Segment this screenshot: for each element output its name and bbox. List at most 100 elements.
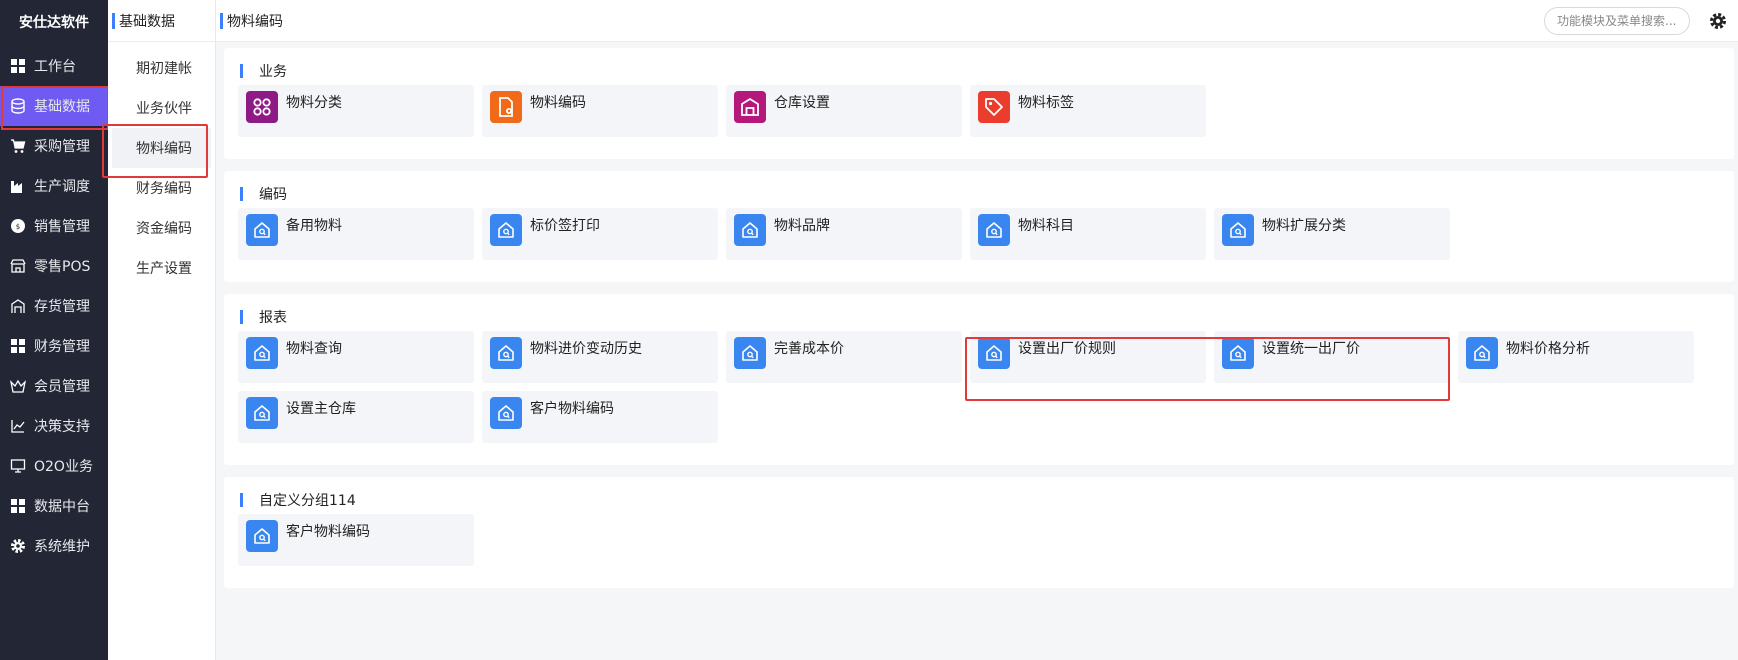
grid-icon xyxy=(10,58,26,74)
nav-item-label: 基础数据 xyxy=(34,99,90,115)
nav-item-label: 生产调度 xyxy=(34,179,90,195)
function-tile[interactable]: 物料进价变动历史 xyxy=(482,331,718,383)
function-tile[interactable]: 客户物料编码 xyxy=(482,391,718,443)
nav-item[interactable]: 工作台 xyxy=(0,46,108,86)
nav-item-label: 工作台 xyxy=(34,59,76,75)
tile-grid: 客户物料编码 xyxy=(238,514,1720,574)
house-search-icon xyxy=(246,397,278,429)
tag-icon xyxy=(978,91,1010,123)
breadcrumb: 物料编码 xyxy=(216,11,283,31)
function-tile[interactable]: 物料编码 xyxy=(482,85,718,137)
nav-item[interactable]: 零售POS xyxy=(0,246,108,286)
function-tile[interactable]: 物料分类 xyxy=(238,85,474,137)
tile-grid: 物料查询 物料进价变动历史 完善成本价 设置出厂价规则 设置统一出厂价 物料价格分析设置主… xyxy=(238,331,1720,451)
group-title: 业务 xyxy=(238,60,1720,82)
group-title-accent xyxy=(240,64,243,78)
settings-gear-icon[interactable] xyxy=(1706,9,1730,33)
brand-logo-text: 安仕达软件 xyxy=(19,15,89,31)
house-search-icon xyxy=(1222,214,1254,246)
tile-label: 备用物料 xyxy=(286,218,342,234)
function-tile[interactable]: 物料标签 xyxy=(970,85,1206,137)
function-group: 报表物料查询 物料进价变动历史 完善成本价 设置出厂价规则 设置统一出厂价 物料价格分析设… xyxy=(224,294,1734,465)
nav-item-label: 零售POS xyxy=(34,259,91,275)
house-search-icon xyxy=(246,520,278,552)
house-search-icon xyxy=(1222,337,1254,369)
function-tile[interactable]: 设置主仓库 xyxy=(238,391,474,443)
house-search-icon xyxy=(490,397,522,429)
svg-text:$: $ xyxy=(16,223,20,231)
tile-label: 物料查询 xyxy=(286,341,342,357)
group-title: 报表 xyxy=(238,306,1720,328)
factory-icon xyxy=(10,178,26,194)
group-title-label: 报表 xyxy=(259,310,287,326)
function-tile[interactable]: 物料查询 xyxy=(238,331,474,383)
main-nav: 安仕达软件 工作台基础数据采购管理生产调度 $ 销售管理零售POS 存货管理财务管理会… xyxy=(0,0,109,660)
nav-item-label: 决策支持 xyxy=(34,419,90,435)
subnav-item[interactable]: 生产设置 xyxy=(108,248,215,288)
subnav-header-accent xyxy=(112,12,115,29)
sales-icon: $ xyxy=(10,218,26,234)
function-group: 编码备用物料 标价签打印 物料品牌 物料科目 物料扩展分类 xyxy=(224,171,1734,282)
nav-item[interactable]: 数据中台 xyxy=(0,486,108,526)
function-tile[interactable]: 物料品牌 xyxy=(726,208,962,260)
function-tile[interactable]: 仓库设置 xyxy=(726,85,962,137)
tile-label: 完善成本价 xyxy=(774,341,844,357)
database-icon xyxy=(10,98,26,114)
subnav-item[interactable]: 财务编码 xyxy=(108,168,215,208)
group-title: 编码 xyxy=(238,183,1720,205)
function-group: 业务物料分类 物料编码 仓库设置 物料标签 xyxy=(224,48,1734,159)
nav-item[interactable]: $ 销售管理 xyxy=(0,206,108,246)
function-tile[interactable]: 客户物料编码 xyxy=(238,514,474,566)
function-tile[interactable]: 备用物料 xyxy=(238,208,474,260)
subnav-item[interactable]: 物料编码 xyxy=(102,124,211,178)
tile-label: 设置主仓库 xyxy=(286,401,356,417)
house-search-icon xyxy=(1466,337,1498,369)
nav-item[interactable]: 系统维护 xyxy=(0,526,108,566)
nav-item[interactable]: 采购管理 xyxy=(0,126,108,166)
category-icon xyxy=(246,91,278,123)
tile-label: 设置统一出厂价 xyxy=(1262,341,1360,357)
function-tile[interactable]: 设置统一出厂价 xyxy=(1214,331,1450,383)
house-search-icon xyxy=(490,214,522,246)
subnav-header: 基础数据 xyxy=(108,0,215,42)
house-search-icon xyxy=(246,214,278,246)
nav-item[interactable]: 财务管理 xyxy=(0,326,108,366)
subnav-item[interactable]: 期初建帐 xyxy=(108,48,215,88)
tile-label: 物料分类 xyxy=(286,95,342,111)
function-tile[interactable]: 物料价格分析 xyxy=(1458,331,1694,383)
main-content: 业务物料分类 物料编码 仓库设置 物料标签编码备用物料 标价签打印 物料品牌 物料科目 物料扩… xyxy=(216,42,1738,660)
function-tile[interactable]: 完善成本价 xyxy=(726,331,962,383)
house-search-icon xyxy=(978,214,1010,246)
tile-label: 物料编码 xyxy=(530,95,586,111)
top-bar: 物料编码 xyxy=(216,0,1738,42)
search-input[interactable] xyxy=(1544,7,1690,35)
crown-icon xyxy=(10,378,26,394)
breadcrumb-current[interactable]: 物料编码 xyxy=(227,11,283,31)
warehouse-icon xyxy=(10,298,26,314)
group-title-label: 自定义分组114 xyxy=(259,493,356,509)
nav-item-label: 会员管理 xyxy=(34,379,90,395)
tile-label: 物料品牌 xyxy=(774,218,830,234)
nav-item[interactable]: O2O业务 xyxy=(0,446,108,486)
subnav-item[interactable]: 业务伙伴 xyxy=(108,88,215,128)
breadcrumb-accent xyxy=(220,12,223,29)
function-tile[interactable]: 设置出厂价规则 xyxy=(970,331,1206,383)
nav-item-label: O2O业务 xyxy=(34,459,93,475)
nav-item-label: 采购管理 xyxy=(34,139,90,155)
tile-grid: 物料分类 物料编码 仓库设置 物料标签 xyxy=(238,85,1720,145)
function-tile[interactable]: 物料扩展分类 xyxy=(1214,208,1450,260)
subnav-item[interactable]: 资金编码 xyxy=(108,208,215,248)
nav-item-label: 存货管理 xyxy=(34,299,90,315)
tile-label: 客户物料编码 xyxy=(286,524,370,540)
nav-item[interactable]: 决策支持 xyxy=(0,406,108,446)
house-search-icon xyxy=(978,337,1010,369)
grid-icon xyxy=(10,498,26,514)
nav-item[interactable]: 生产调度 xyxy=(0,166,108,206)
function-tile[interactable]: 物料科目 xyxy=(970,208,1206,260)
nav-item[interactable]: 存货管理 xyxy=(0,286,108,326)
nav-item[interactable]: 基础数据 xyxy=(0,86,109,130)
tile-label: 客户物料编码 xyxy=(530,401,614,417)
cart-icon xyxy=(10,138,26,154)
function-tile[interactable]: 标价签打印 xyxy=(482,208,718,260)
nav-item[interactable]: 会员管理 xyxy=(0,366,108,406)
